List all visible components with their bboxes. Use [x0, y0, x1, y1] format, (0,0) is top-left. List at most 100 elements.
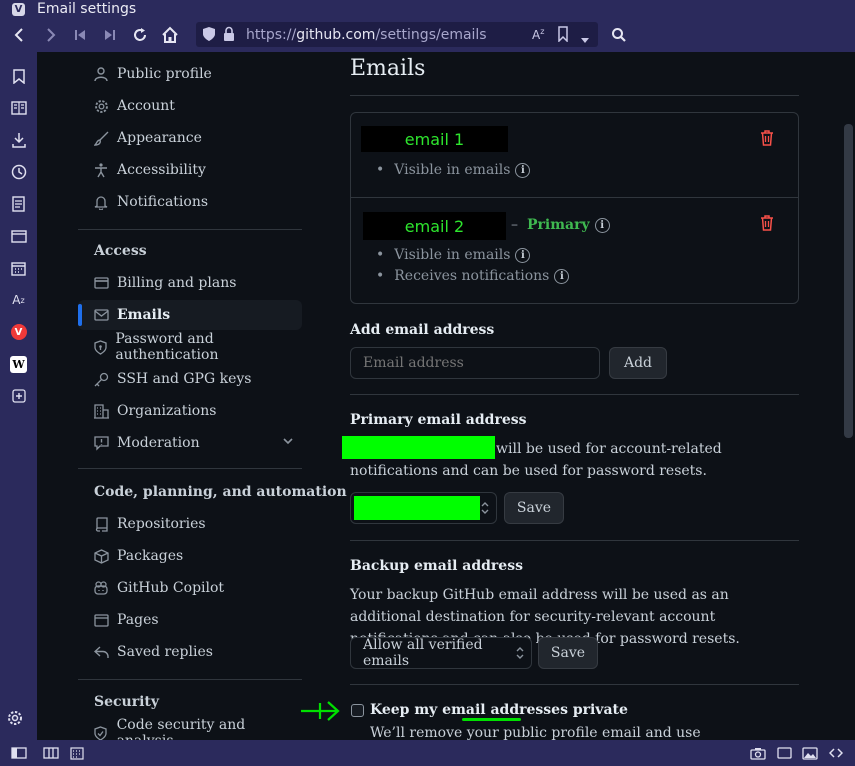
- primary-badge: – Primary i: [511, 217, 610, 233]
- key-icon: [92, 370, 110, 388]
- history-icon[interactable]: [7, 160, 31, 184]
- repo-icon: [92, 515, 110, 533]
- primary-email-select[interactable]: [350, 492, 497, 524]
- backup-email-label: Backup email address: [350, 558, 523, 574]
- settings-icon[interactable]: [7, 710, 31, 734]
- nav-github-copilot[interactable]: GitHub Copilot: [78, 573, 302, 603]
- bookmark-icon[interactable]: [557, 26, 569, 46]
- keep-private-checkbox[interactable]: [351, 704, 364, 717]
- lock-icon[interactable]: [223, 26, 235, 46]
- nav-label: Appearance: [117, 130, 202, 146]
- nav-label: Billing and plans: [117, 275, 237, 291]
- dropdown-icon[interactable]: [580, 30, 590, 49]
- notes-icon[interactable]: [7, 192, 31, 216]
- window-title: Email settings: [37, 1, 137, 17]
- rewind-icon[interactable]: [65, 20, 95, 50]
- translate-icon[interactable]: Az: [532, 27, 544, 42]
- url-text[interactable]: https://github.com/settings/emails: [246, 27, 487, 43]
- calendar-icon[interactable]: [64, 743, 90, 763]
- add-email-button[interactable]: Add: [609, 347, 667, 379]
- save-backup-button[interactable]: Save: [538, 637, 598, 669]
- nav-password-authentication[interactable]: Password and authentication: [78, 331, 302, 363]
- nav-label: SSH and GPG keys: [117, 371, 252, 387]
- backup-select-value: Allow all verified emails: [363, 637, 483, 669]
- redacted-email: [354, 496, 480, 520]
- window-panel-icon[interactable]: [7, 224, 31, 248]
- page-title: Emails: [350, 56, 426, 81]
- home-icon[interactable]: [155, 20, 185, 50]
- nav-packages[interactable]: Packages: [78, 541, 302, 571]
- info-icon[interactable]: i: [554, 268, 570, 284]
- email-address-input[interactable]: [350, 347, 600, 379]
- translate-icon[interactable]: Az: [7, 288, 31, 312]
- trash-icon[interactable]: [760, 215, 774, 235]
- copilot-icon: [92, 579, 110, 597]
- backup-email-select[interactable]: Allow all verified emails: [350, 637, 532, 669]
- nav-account[interactable]: Account: [78, 91, 302, 121]
- tab-tiling-icon[interactable]: [38, 743, 64, 763]
- code-icon[interactable]: [823, 743, 849, 763]
- wikipedia-icon[interactable]: W: [7, 352, 31, 376]
- nav-label: Public profile: [117, 66, 212, 82]
- image-icon[interactable]: [797, 743, 823, 763]
- nav-label: Password and authentication: [115, 331, 219, 363]
- nav-notifications[interactable]: Notifications: [78, 187, 302, 217]
- nav-divider: [78, 679, 302, 680]
- nav-saved-replies[interactable]: Saved replies: [78, 637, 302, 667]
- vivaldi-icon[interactable]: V: [7, 320, 31, 344]
- nav-organizations[interactable]: Organizations: [78, 396, 302, 426]
- trash-icon[interactable]: [760, 130, 774, 150]
- nav-divider: [78, 468, 302, 469]
- save-primary-button[interactable]: Save: [504, 492, 564, 524]
- nav-public-profile[interactable]: Public profile: [78, 59, 302, 89]
- chevron-down-icon[interactable]: [282, 435, 294, 451]
- organization-icon: [92, 402, 110, 420]
- nav-emails[interactable]: Emails: [78, 300, 302, 330]
- highlight-underline: [462, 718, 521, 721]
- select-arrows-icon: [481, 501, 489, 519]
- nav-appearance[interactable]: Appearance: [78, 123, 302, 153]
- downloads-icon[interactable]: [7, 128, 31, 152]
- keep-private-label[interactable]: Keep my email addresses private: [370, 702, 628, 718]
- shield-check-icon: [92, 724, 110, 740]
- fast-forward-icon[interactable]: [95, 20, 125, 50]
- add-panel-icon[interactable]: [7, 384, 31, 408]
- section-divider: [350, 684, 799, 685]
- nav-heading-code: Code, planning, and automation: [94, 484, 347, 500]
- reload-icon[interactable]: [125, 20, 155, 50]
- window-icon[interactable]: [771, 743, 797, 763]
- search-icon[interactable]: [604, 20, 634, 50]
- nav-moderation[interactable]: Moderation: [78, 428, 302, 458]
- nav-label: Repositories: [117, 516, 206, 532]
- page-scrollbar[interactable]: [841, 52, 855, 740]
- nav-code-security[interactable]: Code security and analysis: [78, 717, 302, 740]
- scrollbar-thumb[interactable]: [844, 124, 853, 438]
- nav-label: Account: [117, 98, 175, 114]
- browser-side-panel: Az V W: [0, 52, 37, 740]
- nav-billing[interactable]: Billing and plans: [78, 268, 302, 298]
- info-icon[interactable]: i: [515, 162, 531, 178]
- nav-ssh-gpg-keys[interactable]: SSH and GPG keys: [78, 364, 302, 394]
- panel-toggle-icon[interactable]: [6, 743, 32, 763]
- info-icon[interactable]: i: [594, 217, 610, 233]
- address-bar[interactable]: https://github.com/settings/emails Az: [196, 22, 598, 47]
- nav-label: Code security and analysis: [116, 717, 246, 740]
- reading-list-icon[interactable]: [7, 96, 31, 120]
- arrow-annotation-icon: [300, 700, 342, 726]
- browser-toolbar: https://github.com/settings/emails Az: [0, 18, 855, 52]
- person-icon: [92, 65, 110, 83]
- info-icon[interactable]: i: [515, 247, 531, 263]
- reply-icon: [92, 643, 110, 661]
- back-icon[interactable]: [5, 20, 35, 50]
- forward-icon[interactable]: [35, 20, 65, 50]
- shield-icon[interactable]: [202, 26, 216, 46]
- bookmarks-icon[interactable]: [7, 64, 31, 88]
- camera-icon[interactable]: [745, 743, 771, 763]
- calendar-icon[interactable]: [7, 256, 31, 280]
- report-icon: [92, 434, 110, 452]
- nav-repositories[interactable]: Repositories: [78, 509, 302, 539]
- nav-label: GitHub Copilot: [117, 580, 225, 596]
- nav-label: Moderation: [117, 435, 200, 451]
- nav-pages[interactable]: Pages: [78, 605, 302, 635]
- nav-accessibility[interactable]: Accessibility: [78, 155, 302, 185]
